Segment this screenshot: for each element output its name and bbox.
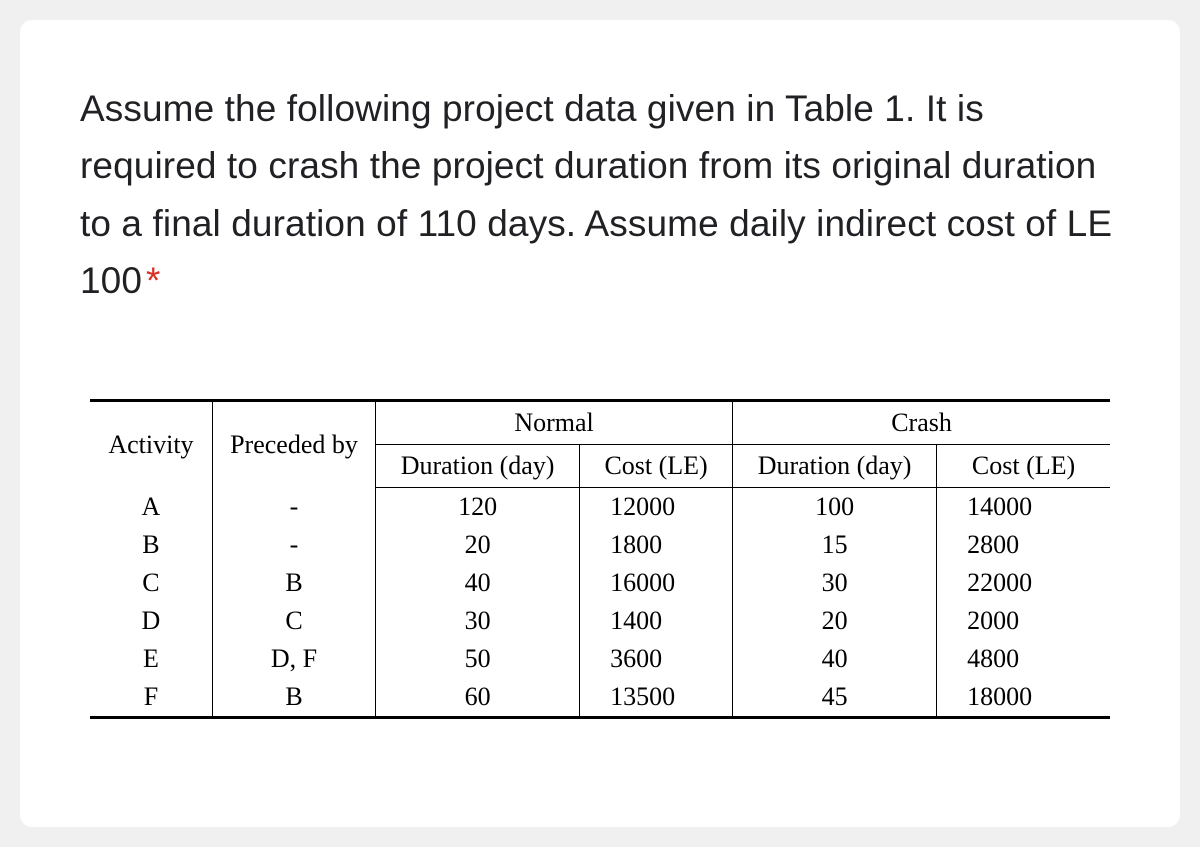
table-row: F B 60 13500 45 18000 bbox=[90, 678, 1110, 718]
table-header-row-1: Activity Preceded by Normal Crash bbox=[90, 401, 1110, 445]
table-body: A - 120 12000 100 14000 B - 20 1800 15 2… bbox=[90, 488, 1110, 718]
cell-normal-duration: 50 bbox=[376, 640, 580, 678]
header-crash-duration: Duration (day) bbox=[733, 445, 937, 488]
table-row: A - 120 12000 100 14000 bbox=[90, 488, 1110, 527]
header-normal-group: Normal bbox=[376, 401, 733, 445]
table-row: C B 40 16000 30 22000 bbox=[90, 564, 1110, 602]
header-crash-cost: Cost (LE) bbox=[937, 445, 1110, 488]
cell-normal-duration: 120 bbox=[376, 488, 580, 527]
cell-crash-cost: 22000 bbox=[937, 564, 1110, 602]
cell-crash-cost: 2800 bbox=[937, 526, 1110, 564]
cell-activity: B bbox=[90, 526, 212, 564]
question-card: Assume the following project data given … bbox=[20, 20, 1180, 827]
cell-crash-duration: 30 bbox=[733, 564, 937, 602]
cell-crash-duration: 45 bbox=[733, 678, 937, 718]
table-row: D C 30 1400 20 2000 bbox=[90, 602, 1110, 640]
header-normal-duration: Duration (day) bbox=[376, 445, 580, 488]
cell-crash-cost: 18000 bbox=[937, 678, 1110, 718]
table-row: E D, F 50 3600 40 4800 bbox=[90, 640, 1110, 678]
project-data-table-container: Activity Preceded by Normal Crash Durati… bbox=[80, 399, 1120, 719]
header-crash-group: Crash bbox=[733, 401, 1110, 445]
cell-activity: E bbox=[90, 640, 212, 678]
cell-crash-cost: 4800 bbox=[937, 640, 1110, 678]
question-body: Assume the following project data given … bbox=[80, 88, 1112, 301]
cell-normal-cost: 1800 bbox=[580, 526, 733, 564]
cell-normal-duration: 20 bbox=[376, 526, 580, 564]
cell-normal-duration: 30 bbox=[376, 602, 580, 640]
cell-crash-duration: 20 bbox=[733, 602, 937, 640]
cell-crash-duration: 100 bbox=[733, 488, 937, 527]
cell-crash-duration: 15 bbox=[733, 526, 937, 564]
cell-preceded: D, F bbox=[212, 640, 375, 678]
cell-activity: F bbox=[90, 678, 212, 718]
cell-normal-duration: 40 bbox=[376, 564, 580, 602]
cell-crash-duration: 40 bbox=[733, 640, 937, 678]
cell-activity: A bbox=[90, 488, 212, 527]
header-preceded-by: Preceded by bbox=[212, 401, 375, 488]
cell-normal-cost: 13500 bbox=[580, 678, 733, 718]
cell-normal-cost: 12000 bbox=[580, 488, 733, 527]
question-text: Assume the following project data given … bbox=[80, 80, 1120, 309]
cell-preceded: - bbox=[212, 488, 375, 527]
required-marker: * bbox=[146, 260, 161, 301]
cell-crash-cost: 14000 bbox=[937, 488, 1110, 527]
header-activity: Activity bbox=[90, 401, 212, 488]
cell-normal-cost: 1400 bbox=[580, 602, 733, 640]
header-normal-cost: Cost (LE) bbox=[580, 445, 733, 488]
cell-activity: D bbox=[90, 602, 212, 640]
cell-preceded: - bbox=[212, 526, 375, 564]
cell-preceded: B bbox=[212, 564, 375, 602]
cell-preceded: B bbox=[212, 678, 375, 718]
table-row: B - 20 1800 15 2800 bbox=[90, 526, 1110, 564]
cell-normal-cost: 16000 bbox=[580, 564, 733, 602]
cell-crash-cost: 2000 bbox=[937, 602, 1110, 640]
project-data-table: Activity Preceded by Normal Crash Durati… bbox=[90, 399, 1110, 719]
cell-normal-duration: 60 bbox=[376, 678, 580, 718]
cell-activity: C bbox=[90, 564, 212, 602]
cell-normal-cost: 3600 bbox=[580, 640, 733, 678]
cell-preceded: C bbox=[212, 602, 375, 640]
